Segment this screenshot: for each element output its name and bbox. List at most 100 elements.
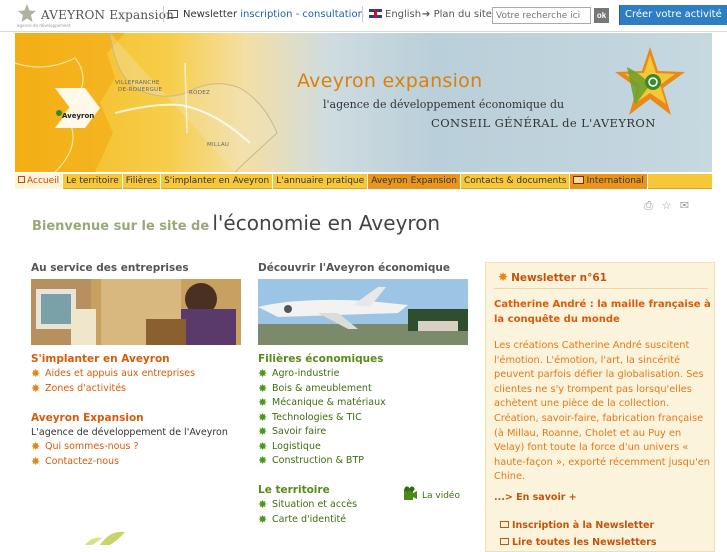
star-bullet-icon: ✸ bbox=[258, 396, 268, 409]
nav-filieres[interactable]: Filières bbox=[123, 173, 162, 189]
section-title-simplanter[interactable]: S'implanter en Aveyron bbox=[31, 353, 170, 365]
uk-flag-icon bbox=[369, 9, 382, 18]
search-button[interactable]: ok bbox=[594, 8, 609, 23]
welcome-intro: Bienvenue sur le site de bbox=[32, 219, 210, 234]
newsletter-subscribe-link[interactable]: Inscription à la Newsletter bbox=[500, 520, 654, 531]
aveyron-expansion-links: ✸ Qui sommes-nous ? ✸ Contactez-nous bbox=[31, 441, 139, 470]
list-item[interactable]: ✸ Agro-industrie bbox=[258, 368, 386, 383]
list-item[interactable]: ✸ Technologies & TIC bbox=[258, 410, 386, 427]
link-savoir-faire[interactable]: Savoir faire bbox=[272, 426, 326, 437]
print-icon[interactable]: ⎙ bbox=[643, 200, 654, 211]
star-bullet-icon: ✸ bbox=[31, 454, 41, 468]
banner: VILLEFRANCHE DE-ROUERGUE RODEZ MILLAU Av… bbox=[15, 33, 712, 172]
english-label: English bbox=[385, 9, 422, 20]
nav-territoire[interactable]: Le territoire bbox=[63, 173, 123, 189]
list-item[interactable]: ✸ Situation et accès bbox=[258, 499, 357, 514]
link-zones[interactable]: Zones d'activités bbox=[45, 383, 126, 394]
send-email-icon[interactable]: ✉ bbox=[679, 200, 690, 211]
sitemap-label: Plan du site bbox=[433, 9, 492, 20]
create-activity-button[interactable]: Créer votre activité bbox=[619, 5, 727, 25]
newsletter-number: Newsletter n°61 bbox=[511, 272, 607, 284]
list-item[interactable]: ✸ Zones d'activités bbox=[31, 381, 195, 398]
all-newsletters-link[interactable]: Lire toutes les Newsletters bbox=[500, 537, 657, 548]
column-heading-decouvrir: Découvrir l'Aveyron économique bbox=[258, 262, 451, 274]
nav-aveyron-expansion[interactable]: Aveyron Expansion bbox=[368, 173, 461, 189]
english-link[interactable]: English bbox=[369, 9, 421, 20]
subscribe-label: Inscription à la Newsletter bbox=[512, 520, 655, 531]
link-technologies[interactable]: Technologies & TIC bbox=[272, 412, 362, 423]
logo-star-icon[interactable] bbox=[17, 3, 37, 23]
star-bullet-icon: ✸ bbox=[258, 381, 268, 395]
newsletter-box: ✸ Newsletter n°61 Catherine André : la ma… bbox=[485, 262, 715, 552]
list-item[interactable]: ✸ Contactez-nous bbox=[31, 454, 139, 471]
home-icon bbox=[18, 175, 25, 183]
newsletter-link[interactable]: Newsletter inscription - consultation bbox=[168, 9, 364, 20]
nav-contacts[interactable]: Contacts & documents bbox=[461, 173, 571, 189]
star-bullet-icon: ✸ bbox=[258, 410, 268, 424]
link-contactez-nous[interactable]: Contactez-nous bbox=[45, 456, 119, 467]
read-more-link[interactable]: ...> En savoir + bbox=[494, 492, 577, 503]
link-mecanique[interactable]: Mécanique & matériaux bbox=[272, 397, 386, 408]
arrow-right-icon: ➔ bbox=[422, 9, 431, 20]
nav-international[interactable]: International bbox=[570, 173, 648, 189]
map-marker-label: Aveyron bbox=[62, 112, 95, 120]
link-qui-sommes-nous[interactable]: Qui sommes-nous ? bbox=[45, 441, 139, 452]
newsletter-article-title[interactable]: Catherine André : la maille française à … bbox=[494, 297, 714, 327]
star-bullet-icon: ✸ bbox=[258, 454, 268, 467]
list-item[interactable]: ✸ Mécanique & matériaux bbox=[258, 397, 386, 412]
list-item[interactable]: ✸ Aides et appuis aux entreprises bbox=[31, 368, 195, 383]
star-bullet-icon: ✸ bbox=[258, 425, 268, 438]
link-construction[interactable]: Construction & BTP bbox=[272, 455, 364, 466]
star-bullet-icon: ✸ bbox=[258, 512, 268, 526]
logo-text[interactable]: AVEYRON Expansion bbox=[41, 8, 174, 22]
star-logo-icon bbox=[615, 47, 685, 115]
newsletter-actions[interactable]: inscription - consultation bbox=[240, 9, 364, 20]
nav-home-label: Accueil bbox=[27, 175, 60, 186]
mail-icon bbox=[168, 10, 178, 18]
agency-description: L'agence de développement de l'Aveyron bbox=[31, 427, 228, 438]
link-aides[interactable]: Aides et appuis aux entreprises bbox=[45, 368, 195, 379]
map-label-villefranche: VILLEFRANCHE bbox=[115, 80, 160, 86]
welcome-heading: Bienvenue sur le site de l'économie en A… bbox=[32, 211, 440, 235]
list-item[interactable]: ✸ Qui sommes-nous ? bbox=[31, 441, 139, 456]
link-situation[interactable]: Situation et accès bbox=[272, 499, 357, 510]
video-link[interactable]: La vidéo bbox=[403, 486, 460, 502]
filieres-links: ✸ Agro-industrie ✸ Bois & ameublement ✸ Méc… bbox=[258, 368, 386, 470]
nav-annuaire[interactable]: L'annuaire pratique bbox=[273, 173, 369, 189]
star-bullet-icon: ✸ bbox=[258, 439, 268, 453]
list-item[interactable]: ✸ Carte d'identité bbox=[258, 512, 357, 529]
nav-home[interactable]: Accueil bbox=[15, 173, 64, 189]
newsletter-heading: ✸ Newsletter n°61 bbox=[498, 270, 607, 284]
star-bullet-icon: ✸ bbox=[258, 498, 268, 511]
star-bullet-icon: ✸ bbox=[31, 381, 41, 395]
main-nav: Accueil Le territoire Filières S'implant… bbox=[15, 173, 712, 189]
all-newsletters-label: Lire toutes les Newsletters bbox=[512, 537, 657, 548]
section-title-filieres[interactable]: Filières économiques bbox=[258, 353, 383, 365]
page-tools: ⎙ ☆ ✉ bbox=[643, 200, 697, 212]
link-agro[interactable]: Agro-industrie bbox=[272, 368, 339, 379]
sitemap-link[interactable]: ➔ Plan du site bbox=[422, 9, 492, 20]
nav-international-label: International bbox=[586, 175, 644, 186]
simplanter-links: ✸ Aides et appuis aux entreprises ✸ Zones … bbox=[31, 368, 195, 397]
map-label-rodez: RODEZ bbox=[189, 90, 211, 96]
list-item[interactable]: ✸ Construction & BTP bbox=[258, 455, 386, 470]
list-item[interactable]: ✸ Logistique bbox=[258, 439, 386, 456]
star-bullet-icon: ✸ bbox=[31, 440, 41, 453]
map-label-rouergue: DE-ROUERGUE bbox=[118, 87, 163, 93]
list-item[interactable]: ✸ Savoir faire bbox=[258, 426, 386, 441]
star-bullet-icon: ✸ bbox=[258, 367, 268, 380]
divider bbox=[163, 6, 164, 22]
section-title-territoire[interactable]: Le territoire bbox=[258, 484, 330, 496]
link-logistique[interactable]: Logistique bbox=[272, 441, 321, 452]
envelope-icon bbox=[573, 175, 585, 184]
section-title-aveyron-expansion[interactable]: Aveyron Expansion bbox=[31, 412, 144, 424]
link-bois[interactable]: Bois & ameublement bbox=[272, 383, 372, 394]
nav-simplanter[interactable]: S'implanter en Aveyron bbox=[161, 173, 274, 189]
territoire-links: ✸ Situation et accès ✸ Carte d'identité bbox=[258, 499, 357, 528]
mail-icon bbox=[500, 521, 509, 528]
link-carte-identite[interactable]: Carte d'identité bbox=[272, 514, 346, 525]
list-item[interactable]: ✸ Bois & ameublement bbox=[258, 381, 386, 398]
search-input[interactable] bbox=[492, 7, 591, 24]
favorite-star-icon[interactable]: ☆ bbox=[661, 200, 672, 211]
video-camera-icon bbox=[404, 486, 417, 500]
